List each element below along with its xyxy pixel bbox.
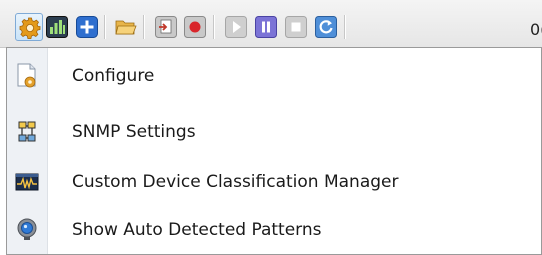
- gear-icon: [19, 17, 41, 39]
- toolbar-separator: [213, 15, 215, 39]
- export-icon: [155, 16, 177, 38]
- export-button[interactable]: [152, 13, 180, 41]
- refresh-icon: [315, 16, 337, 38]
- menu-item-show-auto-detected-patterns[interactable]: Show Auto Detected Patterns: [7, 206, 541, 254]
- menu-item-label: Custom Device Classification Manager: [72, 172, 399, 192]
- plus-icon: [76, 16, 98, 38]
- toolbar: 0(: [0, 0, 542, 48]
- settings-button[interactable]: [15, 13, 43, 41]
- document-gear-icon: [17, 63, 36, 88]
- statistics-button[interactable]: [43, 13, 71, 41]
- stop-button[interactable]: [282, 13, 310, 41]
- toolbar-overflow-text: 0(: [530, 20, 542, 39]
- add-button[interactable]: [73, 13, 101, 41]
- network-devices-icon: [18, 121, 36, 142]
- play-icon: [225, 16, 247, 38]
- globe-lens-icon: [17, 218, 37, 240]
- toolbar-separator: [143, 15, 145, 39]
- toolbar-separator: [104, 15, 106, 39]
- bar-chart-icon: [46, 16, 68, 38]
- settings-dropdown-menu: Configure SNMP Settings Custom Device Cl…: [6, 47, 542, 255]
- open-button[interactable]: [112, 13, 140, 41]
- menu-item-label: Configure: [72, 66, 155, 86]
- pause-icon: [255, 16, 277, 38]
- open-folder-icon: [115, 20, 137, 35]
- menu-item-snmp-settings[interactable]: SNMP Settings: [7, 108, 541, 156]
- menu-item-configure[interactable]: Configure: [7, 52, 541, 100]
- record-icon: [184, 16, 206, 38]
- pause-button[interactable]: [252, 13, 280, 41]
- stop-icon: [285, 16, 307, 38]
- menu-item-label: SNMP Settings: [72, 122, 196, 142]
- play-button[interactable]: [222, 13, 250, 41]
- menu-item-label: Show Auto Detected Patterns: [72, 220, 322, 240]
- refresh-button[interactable]: [312, 13, 340, 41]
- menu-item-custom-device-classification-manager[interactable]: Custom Device Classification Manager: [7, 158, 541, 206]
- signal-monitor-icon: [15, 173, 39, 191]
- record-button[interactable]: [181, 13, 209, 41]
- toolbar-separator: [344, 15, 346, 39]
